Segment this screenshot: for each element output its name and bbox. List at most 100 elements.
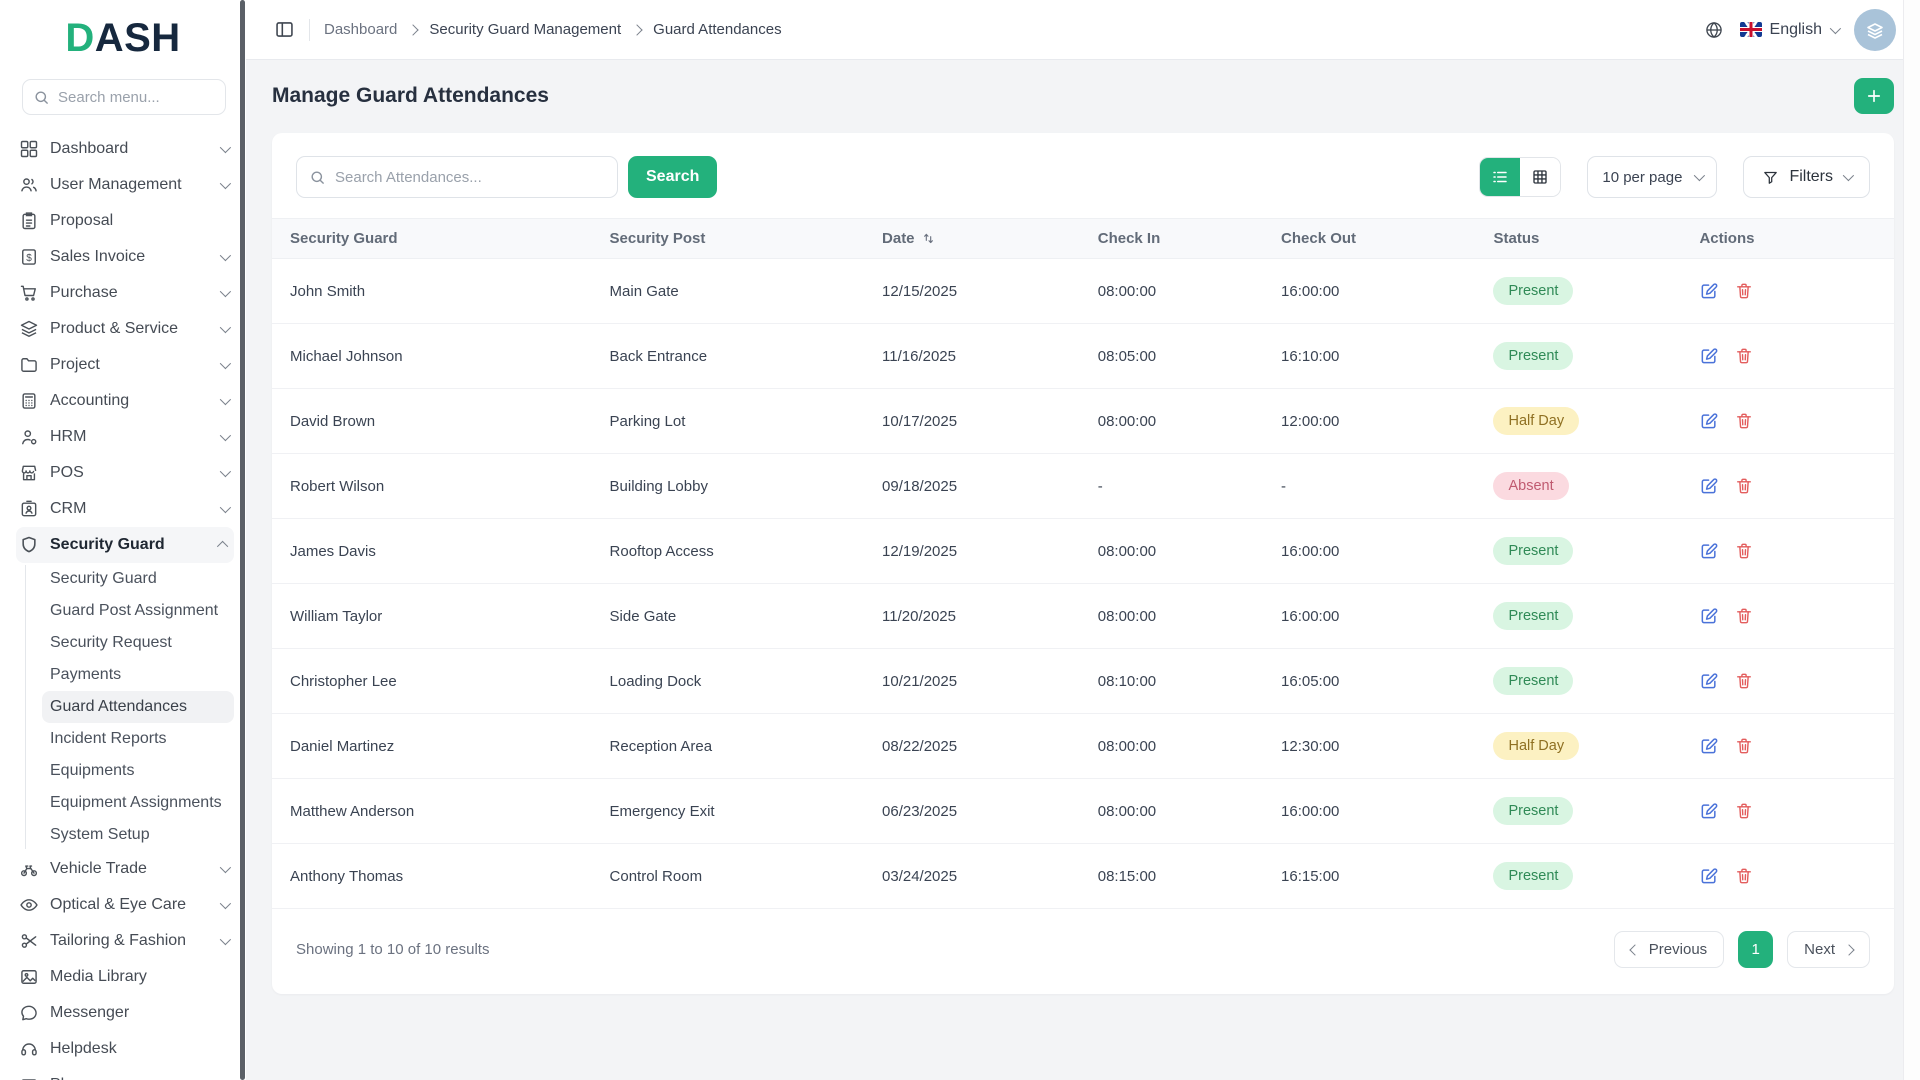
calculator-icon (18, 391, 40, 411)
cell-date: 06/23/2025 (864, 778, 1080, 844)
per-page-select[interactable]: 10 per page (1587, 156, 1718, 198)
edit-button[interactable] (1699, 411, 1719, 431)
sidebar-item-proposal[interactable]: Proposal (16, 203, 234, 239)
sidebar-item-purchase[interactable]: Purchase (16, 275, 234, 311)
submenu-item-security-request[interactable]: Security Request (42, 627, 234, 659)
cell-check-out: - (1263, 453, 1476, 519)
cell-guard: David Brown (272, 388, 592, 454)
edit-button[interactable] (1699, 801, 1719, 821)
cell-check-in: - (1079, 453, 1264, 519)
sidebar-item-product-service[interactable]: Product & Service (16, 311, 234, 347)
delete-button[interactable] (1734, 346, 1754, 366)
sidebar-item-optical-eye-care[interactable]: Optical & Eye Care (16, 887, 234, 923)
submenu-item-system-setup[interactable]: System Setup (42, 819, 234, 851)
cell-date: 08/22/2025 (864, 713, 1080, 779)
submenu-item-security-guard[interactable]: Security Guard (42, 563, 234, 595)
sidebar-item-accounting[interactable]: Accounting (16, 383, 234, 419)
table-row: Anthony Thomas Control Room 03/24/2025 0… (272, 843, 1894, 909)
language-selector[interactable]: English (1739, 21, 1842, 39)
column-check-out: Check Out (1263, 218, 1476, 259)
column-security-post: Security Post (591, 218, 865, 259)
list-view-button[interactable] (1480, 158, 1521, 196)
previous-page-button[interactable]: Previous (1613, 931, 1725, 968)
plus-icon (1867, 89, 1881, 103)
sidebar-item-label: Dashboard (50, 140, 129, 157)
grid-view-button[interactable] (1520, 158, 1561, 196)
edit-button[interactable] (1699, 736, 1719, 756)
svg-text:$: $ (26, 253, 32, 264)
delete-button[interactable] (1734, 541, 1754, 561)
edit-button[interactable] (1699, 866, 1719, 886)
breadcrumb-security-guard-management[interactable]: Security Guard Management (429, 21, 621, 38)
submenu-item-label: Security Guard (50, 570, 157, 587)
edit-button[interactable] (1699, 541, 1719, 561)
delete-button[interactable] (1734, 606, 1754, 626)
sidebar-scrollbar[interactable] (240, 0, 245, 1080)
edit-button[interactable] (1699, 671, 1719, 691)
table-row: Matthew Anderson Emergency Exit 06/23/20… (272, 778, 1894, 844)
sidebar-item-tailoring-fashion[interactable]: Tailoring & Fashion (16, 923, 234, 959)
status-badge: Present (1493, 862, 1574, 890)
breadcrumb-dashboard[interactable]: Dashboard (324, 21, 397, 38)
sidebar-item-crm[interactable]: CRM (16, 491, 234, 527)
edit-button[interactable] (1699, 281, 1719, 301)
filters-button[interactable]: Filters (1743, 156, 1870, 198)
cell-post: Rooftop Access (591, 518, 865, 584)
sidebar-item-plan[interactable]: Plan (16, 1067, 234, 1080)
edit-button[interactable] (1699, 476, 1719, 496)
trash-icon (1737, 608, 1752, 624)
table-row: Robert Wilson Building Lobby 09/18/2025 … (272, 453, 1894, 519)
delete-button[interactable] (1734, 671, 1754, 691)
sidebar-item-label: Vehicle Trade (50, 860, 147, 877)
chevron-down-icon (219, 933, 232, 946)
sidebar-search-input[interactable] (58, 88, 208, 106)
sidebar-item-hrm[interactable]: HRM (16, 419, 234, 455)
submenu-item-label: System Setup (50, 826, 150, 843)
attendance-search-input[interactable] (335, 168, 605, 186)
delete-button[interactable] (1734, 866, 1754, 886)
sidebar-item-user-management[interactable]: User Management (16, 167, 234, 203)
sidebar-item-security-guard[interactable]: Security Guard (16, 527, 234, 563)
submenu-item-payments[interactable]: Payments (42, 659, 234, 691)
invoice-icon: $ (18, 247, 40, 267)
delete-button[interactable] (1734, 476, 1754, 496)
per-page-value: 10 per page (1602, 168, 1683, 186)
delete-button[interactable] (1734, 281, 1754, 301)
sidebar-item-pos[interactable]: POS (16, 455, 234, 491)
submenu-item-equipments[interactable]: Equipments (42, 755, 234, 787)
sidebar-toggle-button[interactable] (274, 19, 295, 40)
column-date[interactable]: Date (864, 218, 1080, 259)
delete-button[interactable] (1734, 801, 1754, 821)
delete-button[interactable] (1734, 736, 1754, 756)
sidebar-item-vehicle-trade[interactable]: Vehicle Trade (16, 851, 234, 887)
sidebar-item-helpdesk[interactable]: Helpdesk (16, 1031, 234, 1067)
sidebar-item-sales-invoice[interactable]: $ Sales Invoice (16, 239, 234, 275)
sidebar-item-label: Security Guard (50, 536, 165, 553)
cell-check-in: 08:05:00 (1079, 323, 1264, 389)
edit-icon (1702, 348, 1718, 364)
sidebar-item-project[interactable]: Project (16, 347, 234, 383)
edit-icon (1702, 673, 1718, 689)
delete-button[interactable] (1734, 411, 1754, 431)
submenu-item-guard-attendances[interactable]: Guard Attendances (42, 691, 234, 723)
dashboard-icon (18, 139, 40, 159)
sidebar-item-label: Tailoring & Fashion (50, 932, 187, 949)
sidebar-item-dashboard[interactable]: Dashboard (16, 131, 234, 167)
cell-post: Back Entrance (591, 323, 865, 389)
submenu-item-incident-reports[interactable]: Incident Reports (42, 723, 234, 755)
next-page-button[interactable]: Next (1787, 931, 1870, 968)
sidebar-item-media-library[interactable]: Media Library (16, 959, 234, 995)
search-button[interactable]: Search (628, 156, 718, 198)
submenu-item-equipment-assignments[interactable]: Equipment Assignments (42, 787, 234, 819)
add-attendance-button[interactable] (1854, 78, 1894, 114)
sidebar-item-messenger[interactable]: Messenger (16, 995, 234, 1031)
page-1-button[interactable]: 1 (1738, 931, 1774, 968)
search-icon (33, 89, 50, 106)
trash-icon (1737, 283, 1752, 299)
edit-button[interactable] (1699, 346, 1719, 366)
user-avatar[interactable] (1854, 8, 1896, 51)
submenu-item-guard-post-assignment[interactable]: Guard Post Assignment (42, 595, 234, 627)
page-scrollbar[interactable] (1903, 0, 1920, 1080)
edit-button[interactable] (1699, 606, 1719, 626)
globe-icon[interactable] (1704, 20, 1724, 40)
